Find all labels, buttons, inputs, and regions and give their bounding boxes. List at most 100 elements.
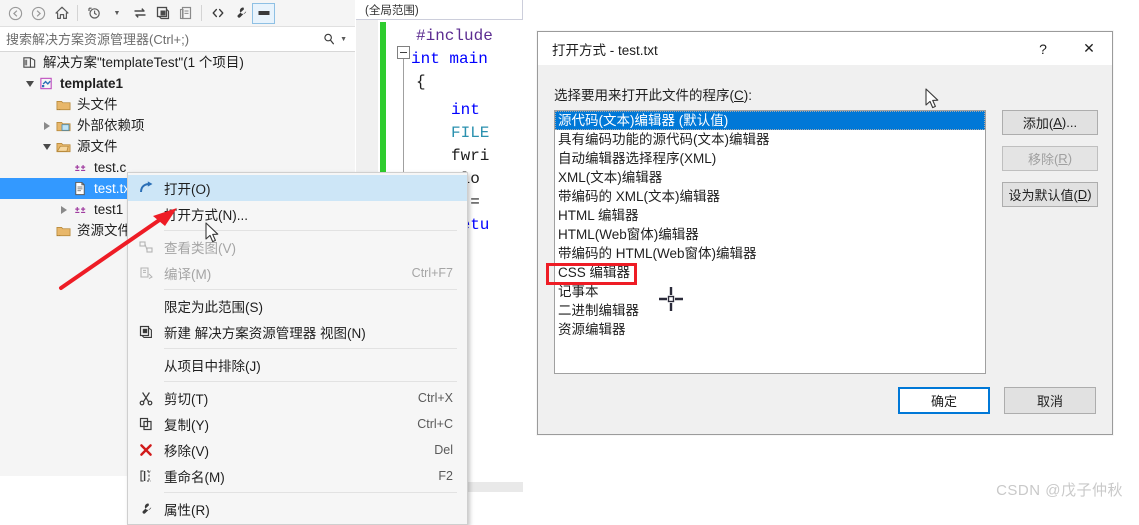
forward-icon[interactable] [27,3,50,24]
menu-separator [164,230,457,231]
editor-list-item[interactable]: 带编码的 XML(文本)编辑器 [555,187,985,206]
help-button[interactable]: ? [1020,32,1066,65]
solution-icon [20,55,38,71]
chevron-down-icon[interactable] [23,80,37,87]
code-line-4: FILE [451,124,490,142]
watermark: CSDN @戊子仲秋 [996,482,1123,499]
menu-item-10[interactable]: 重命名(M) F2 [128,463,467,489]
search-input[interactable] [0,30,323,48]
menu-item-label: 移除(V) [164,444,209,459]
editor-list-item[interactable]: 具有编码功能的源代码(文本)编辑器 [555,130,985,149]
sync-icon[interactable] [128,3,151,24]
menu-item-6[interactable]: 从项目中排除(J) [128,352,467,378]
side-button-label-prefix: 设为默认值( [1008,188,1078,203]
code-line-0: #include [416,27,493,45]
pending-changes-dropdown-caret[interactable]: ▼ [105,3,128,24]
menu-item-shortcut: Ctrl+F7 [411,266,453,280]
cancel-button[interactable]: 取消 [1004,387,1096,414]
menu-item-shortcut: Ctrl+C [417,417,453,431]
editor-list-item[interactable]: HTML 编辑器 [555,206,985,225]
menu-item-3: 编译(M) Ctrl+F7 [128,260,467,286]
c-file-icon [71,160,89,176]
tree-item-解决方案templateTest1个项目[interactable]: 解决方案"templateTest"(1 个项目) [0,52,355,73]
menu-item-11[interactable]: 属性(R) [128,496,467,522]
editor-list-item[interactable]: 源代码(文本)编辑器 (默认值) [555,111,985,130]
tree-item-template1[interactable]: template1 [0,73,355,94]
editor-list-item[interactable]: XML(文本)编辑器 [555,168,985,187]
expander-arrow [26,80,34,87]
preview-selected-icon[interactable] [252,2,275,24]
class-diagram-icon [128,239,164,255]
set-default-button[interactable]: 设为默认值(D) [1002,182,1098,207]
compile-icon [128,265,164,281]
tree-item-外部依赖项[interactable]: 外部依赖项 [0,115,355,136]
menu-item-label: 从项目中排除(J) [164,359,261,374]
tree-item-label: 头文件 [77,96,118,112]
editor-list-item[interactable]: CSS 编辑器 [555,263,985,282]
dialog-footer: 确定 取消 [898,387,1096,414]
menu-item-label: 重命名(M) [164,470,225,485]
toolbar-separator-2 [201,5,202,21]
menu-item-1[interactable]: 打开方式(N)... [128,201,467,227]
code-line-1: int main [411,50,488,68]
remove-icon [128,442,164,458]
editor-list-item[interactable]: 带编码的 HTML(Web窗体)编辑器 [555,244,985,263]
ok-button[interactable]: 确定 [898,387,990,414]
folder-open-icon [54,139,72,155]
dialog-prompt-suffix: ): [743,88,752,103]
close-icon[interactable]: ✕ [1066,32,1112,65]
dialog-prompt-prefix: 选择要用来打开此文件的程序( [554,88,734,103]
txt-file-icon [71,181,89,197]
chevron-right-icon[interactable] [57,205,71,214]
editor-list-item[interactable]: HTML(Web窗体)编辑器 [555,225,985,244]
editor-list-item[interactable]: 二进制编辑器 [555,301,985,320]
chevron-right-icon[interactable] [40,121,54,130]
code-line-2: { [416,73,426,91]
chevron-down-icon[interactable] [40,143,54,150]
refresh-icon[interactable] [151,3,174,24]
show-all-files-icon[interactable] [206,3,229,24]
pending-changes-icon[interactable] [82,3,105,24]
scope-dropdown[interactable]: (全局范围) [356,0,523,20]
menu-item-0[interactable]: 打开(O) [128,175,467,201]
code-fold-toggle[interactable] [397,46,410,59]
add-button[interactable]: 添加(A)... [1002,110,1098,135]
menu-item-label: 复制(Y) [164,418,209,433]
context-menu[interactable]: 打开(O) 打开方式(N)... 查看类图(V) 编译(M) Ctrl+F7 限定为此范围… [127,172,468,525]
search-icon[interactable]: ▼ [322,32,355,46]
menu-item-5[interactable]: 新建 解决方案资源管理器 视图(N) [128,319,467,345]
editor-list-item[interactable]: 自动编辑器选择程序(XML) [555,149,985,168]
menu-item-label: 属性(R) [164,503,210,518]
tree-item-label: 解决方案"templateTest"(1 个项目) [43,54,244,70]
menu-separator [164,381,457,382]
dialog-side-buttons: 添加(A)... 移除(R) 设为默认值(D) [1002,110,1098,218]
back-icon[interactable] [4,3,27,24]
menu-item-8[interactable]: 复制(Y) Ctrl+C [128,411,467,437]
editor-list-item[interactable]: 资源编辑器 [555,320,985,339]
tree-item-源文件[interactable]: 源文件 [0,136,355,157]
properties-icon[interactable] [229,3,252,24]
new-view-icon [128,324,164,340]
solution-explorer-toolbar: ▼ [0,0,355,27]
menu-item-9[interactable]: 移除(V) Del [128,437,467,463]
dialog-body: 选择要用来打开此文件的程序(C): 源代码(文本)编辑器 (默认值) 具有编码功能… [538,66,1112,434]
menu-item-label: 编译(M) [164,267,212,282]
home-icon[interactable] [50,3,73,24]
menu-item-shortcut: F2 [438,469,453,483]
menu-item-7[interactable]: 剪切(T) Ctrl+X [128,385,467,411]
open-with-dialog: 打开方式 - test.txt ? ✕ 选择要用来打开此文件的程序(C): 源代… [537,31,1113,435]
search-bar[interactable]: ▼ [0,27,355,52]
menu-separator [164,289,457,290]
menu-item-label: 新建 解决方案资源管理器 视图(N) [164,326,366,341]
tree-item-label: template1 [60,75,124,91]
dialog-prompt: 选择要用来打开此文件的程序(C): [554,84,752,104]
tree-item-头文件[interactable]: 头文件 [0,94,355,115]
menu-item-4[interactable]: 限定为此范围(S) [128,293,467,319]
dialog-title: 打开方式 - test.txt [552,42,658,58]
collapse-all-icon[interactable] [174,3,197,24]
editor-list[interactable]: 源代码(文本)编辑器 (默认值) 具有编码功能的源代码(文本)编辑器 自动编辑器选择… [554,110,986,374]
editor-list-item[interactable]: 记事本 [555,282,985,301]
tree-item-label: 外部依赖项 [77,117,145,133]
properties-wrench-icon [128,501,164,517]
menu-item-2: 查看类图(V) [128,234,467,260]
